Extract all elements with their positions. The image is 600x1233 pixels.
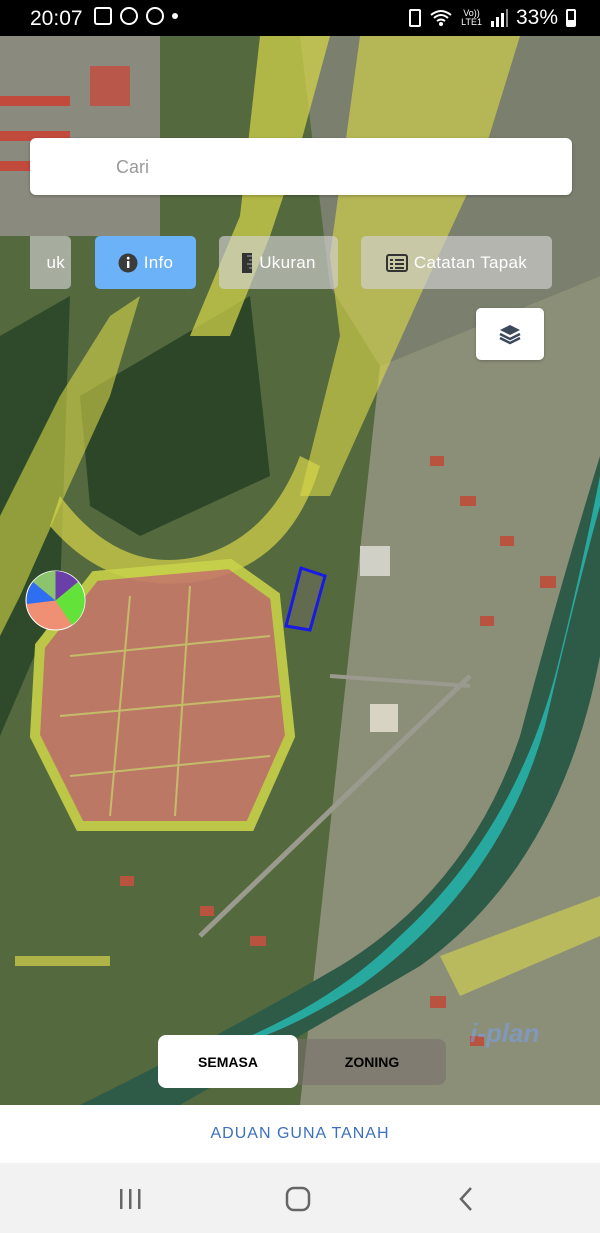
search-input[interactable] bbox=[114, 152, 548, 182]
semasa-button[interactable]: SEMASA bbox=[158, 1035, 298, 1088]
tool-label-ukuran: Ukuran bbox=[259, 252, 316, 272]
incognito-icon bbox=[146, 7, 164, 25]
status-bar: 20:07 Vo)) LTE1 33% bbox=[0, 0, 600, 36]
layers-icon bbox=[499, 325, 521, 345]
tool-label-info: Info bbox=[143, 252, 174, 272]
tool-button-ukuran[interactable]: Ukuran bbox=[219, 236, 338, 289]
network-type: Vo)) LTE1 bbox=[461, 9, 482, 27]
watermark-logo: i-plan bbox=[470, 1018, 540, 1048]
notification-icons bbox=[94, 7, 178, 25]
home-button[interactable] bbox=[278, 1181, 318, 1217]
lte-label: LTE1 bbox=[461, 17, 482, 27]
status-right: Vo)) LTE1 33% bbox=[409, 6, 576, 30]
more-notifications-icon bbox=[172, 13, 178, 19]
info-icon bbox=[118, 253, 138, 272]
notes-icon bbox=[385, 253, 408, 272]
tool-button-info[interactable]: Info bbox=[95, 236, 196, 289]
battery-percent: 33% bbox=[515, 6, 558, 29]
tool-button-point[interactable]: uk bbox=[30, 236, 71, 289]
recents-icon bbox=[120, 1189, 141, 1209]
satellite-map bbox=[0, 36, 600, 1105]
gallery-icon bbox=[94, 7, 112, 25]
battery-icon bbox=[566, 9, 576, 27]
tool-label-point: uk bbox=[46, 252, 65, 272]
tool-button-catatan-tapak[interactable]: Catatan Tapak bbox=[361, 236, 552, 289]
battery-saver-icon bbox=[409, 9, 422, 27]
recents-button[interactable] bbox=[110, 1181, 150, 1217]
view-toggle: ZONING SEMASA bbox=[158, 1035, 446, 1089]
back-button[interactable] bbox=[446, 1181, 486, 1217]
aduan-guna-tanah-link[interactable]: ADUAN GUNA TANAH bbox=[0, 1105, 600, 1163]
ruler-icon bbox=[242, 252, 253, 273]
b-app-icon bbox=[120, 7, 138, 25]
search-bar[interactable] bbox=[30, 138, 572, 195]
map-view[interactable]: i-plan bbox=[0, 36, 600, 1105]
status-time: 20:07 bbox=[30, 7, 83, 30]
tool-label-catatan-tapak: Catatan Tapak bbox=[413, 252, 528, 272]
layers-button[interactable] bbox=[476, 308, 544, 360]
wifi-icon bbox=[430, 10, 452, 26]
navigation-bar bbox=[0, 1163, 600, 1233]
back-icon bbox=[459, 1187, 472, 1211]
zoning-button[interactable]: ZONING bbox=[298, 1039, 446, 1085]
home-icon bbox=[285, 1186, 311, 1212]
signal-icon bbox=[490, 9, 508, 27]
landuse-legend-pie-icon[interactable] bbox=[25, 570, 86, 631]
